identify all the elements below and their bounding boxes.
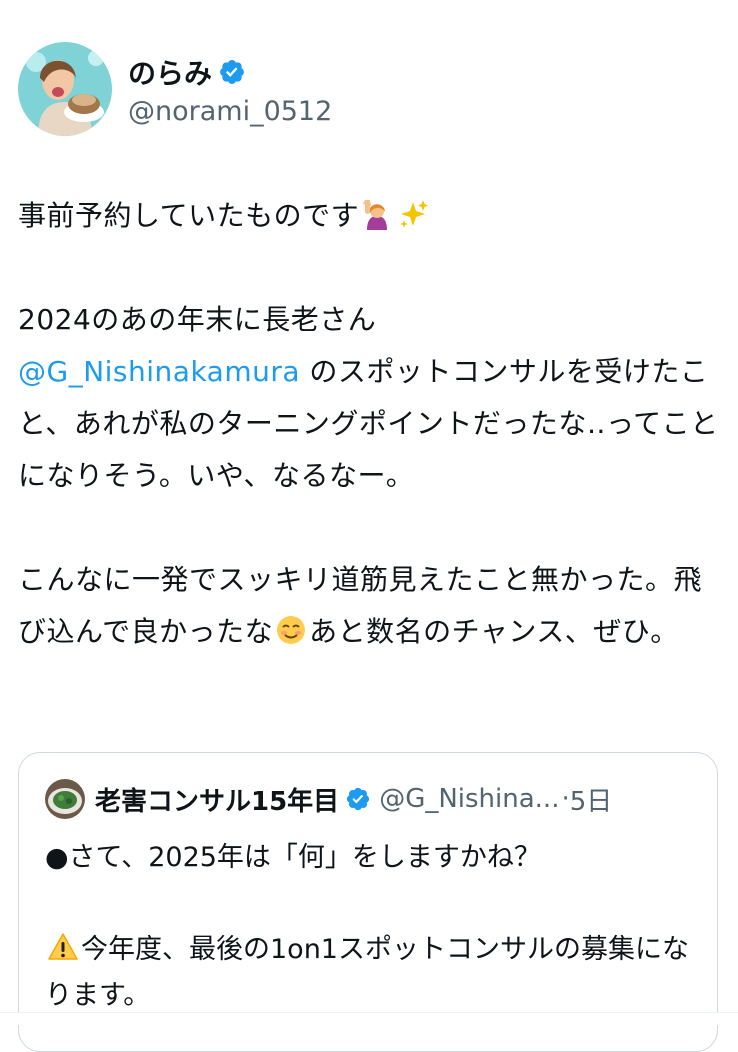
quoted-line-2: 今年度、最後の1on1スポットコンサルの募集になります。 [45, 934, 689, 1011]
author-meta: のらみ @norami_0512 [128, 52, 332, 127]
tweet-line-1: 事前予約していたものです [18, 199, 360, 232]
tweet-body: 事前予約していたものです 2024のあの年末に長老さん @G_Nishinaka… [18, 190, 728, 658]
quoted-line-1: ●さて、2025年は「何」をしますかね？ [45, 842, 541, 873]
mention-link[interactable]: @G_Nishinakamura [18, 355, 300, 388]
food-photo-avatar-icon [45, 779, 85, 819]
quoted-tweet-body: ●さて、2025年は「何」をしますかね？ 今年度、最後の1on1スポットコンサル… [45, 835, 695, 1019]
profile-photo-avatar-icon [18, 42, 112, 136]
quoted-author-handle[interactable]: @G_Nishina... [379, 784, 559, 814]
quoted-verified-badge-icon [345, 786, 371, 812]
name-row: のらみ [128, 52, 332, 92]
quoted-timestamp[interactable]: 5日 [570, 781, 613, 818]
person-raising-hand-emoji-icon [361, 195, 393, 230]
quoted-tweet-card[interactable]: 老害コンサル15年目 @G_Nishina... · 5日 ●さて、2025年は… [18, 752, 718, 1052]
bottom-divider [0, 1012, 738, 1025]
author-handle[interactable]: @norami_0512 [128, 96, 332, 127]
tweet-header: のらみ @norami_0512 [18, 42, 332, 136]
warning-emoji-icon [47, 931, 79, 963]
tweet-para-3-suffix: あと数名のチャンス、ぜひ。 [309, 615, 679, 648]
quoted-tweet-header: 老害コンサル15年目 @G_Nishina... · 5日 [45, 779, 612, 819]
quoted-author-name[interactable]: 老害コンサル15年目 [95, 781, 339, 818]
author-avatar[interactable] [18, 42, 112, 136]
author-display-name[interactable]: のらみ [128, 52, 212, 92]
quoted-separator: · [561, 784, 570, 814]
tweet-para-2-prefix: 2024のあの年末に長老さん [18, 303, 377, 336]
sparkles-emoji-icon [397, 195, 429, 228]
smiling-face-emoji-icon [275, 611, 307, 644]
quoted-author-avatar[interactable] [45, 779, 85, 819]
verified-badge-icon [218, 58, 246, 86]
